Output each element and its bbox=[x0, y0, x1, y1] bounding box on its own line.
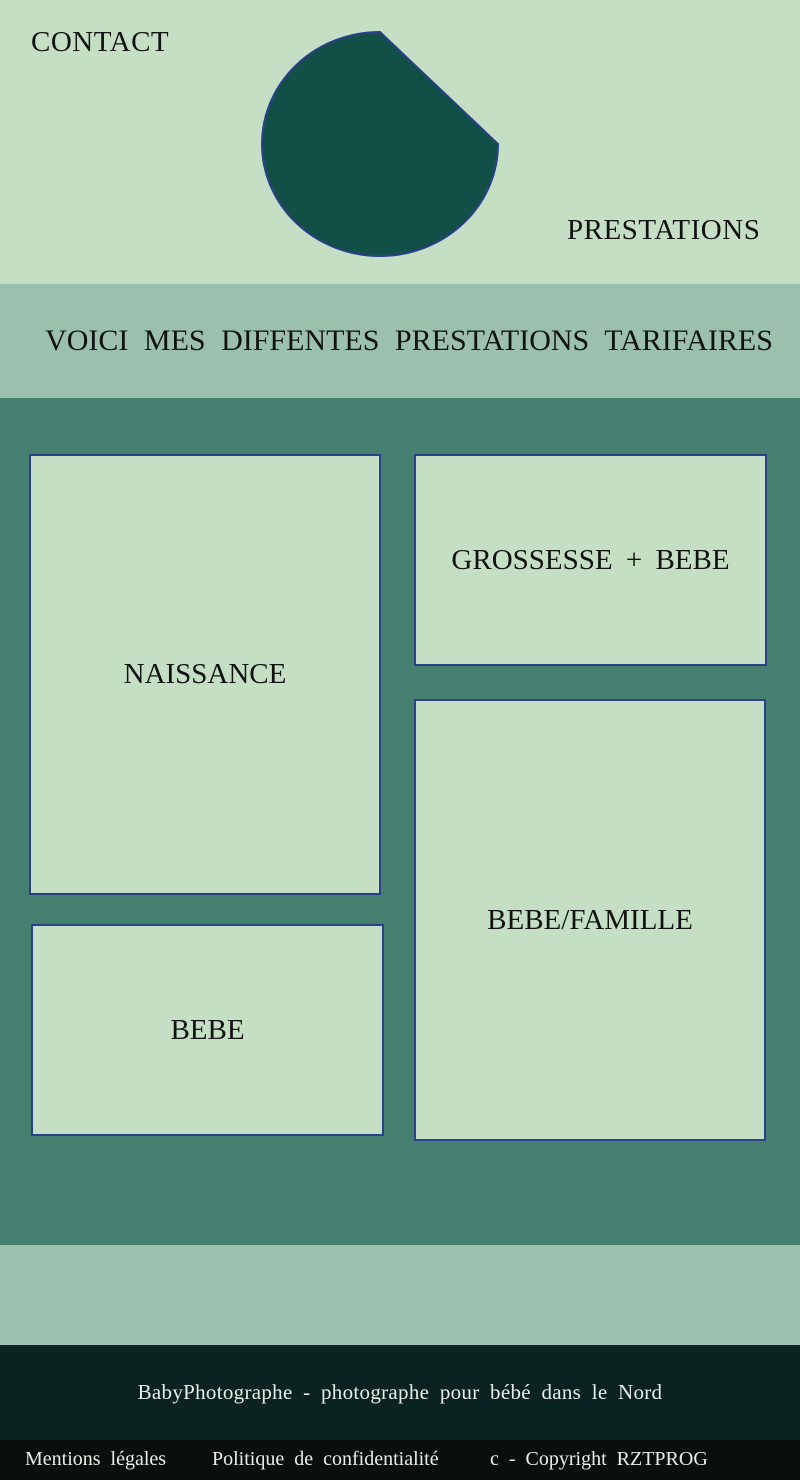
footer-links-bar: Mentions légales Politique de confidenti… bbox=[0, 1440, 800, 1480]
footer-tagline-bar: BabyPhotographe - photographe pour bébé … bbox=[0, 1345, 800, 1440]
nav-contact-link[interactable]: CONTACT bbox=[31, 26, 169, 59]
service-card-naissance[interactable]: NAISSANCE bbox=[29, 454, 381, 895]
footer-copyright: c - Copyright RZTPROG bbox=[490, 1448, 708, 1470]
services-grid: NAISSANCE GROSSESSE + BEBE BEBE/FAMILLE … bbox=[0, 398, 800, 1245]
nav-prestations-link[interactable]: PRESTATIONS bbox=[567, 214, 760, 247]
footer-tagline: BabyPhotographe - photographe pour bébé … bbox=[137, 1380, 663, 1404]
service-card-label: NAISSANCE bbox=[123, 658, 287, 690]
service-card-bebe-famille[interactable]: BEBE/FAMILLE bbox=[414, 699, 766, 1141]
footer-link-mentions-legales[interactable]: Mentions légales bbox=[25, 1448, 166, 1471]
prestations-banner: VOICI MES DIFFENTES PRESTATIONS TARIFAIR… bbox=[0, 284, 800, 398]
spacer-band bbox=[0, 1245, 800, 1345]
service-card-label: BEBE bbox=[170, 1013, 245, 1046]
service-card-grossesse-bebe[interactable]: GROSSESSE + BEBE bbox=[414, 454, 767, 666]
footer-link-politique-confidentialite[interactable]: Politique de confidentialité bbox=[212, 1448, 439, 1471]
service-card-label: GROSSESSE + BEBE bbox=[451, 543, 730, 576]
service-card-bebe[interactable]: BEBE bbox=[31, 924, 384, 1136]
page-title: VOICI MES DIFFENTES PRESTATIONS TARIFAIR… bbox=[45, 324, 773, 357]
site-header: CONTACT PRESTATIONS bbox=[0, 0, 800, 284]
service-card-label: BEBE/FAMILLE bbox=[487, 903, 693, 936]
logo-icon[interactable] bbox=[258, 28, 502, 258]
